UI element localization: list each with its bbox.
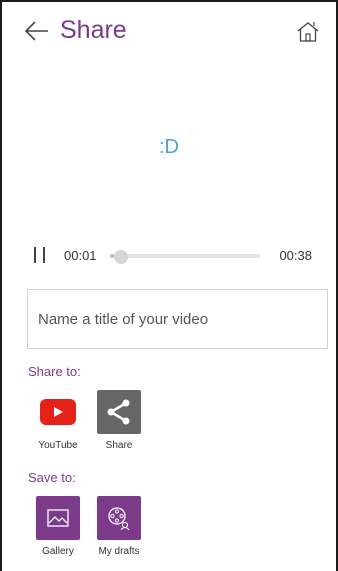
share-to-label: Share to:: [28, 364, 81, 379]
total-time: 00:38: [279, 248, 312, 263]
video-preview[interactable]: :D: [2, 60, 336, 230]
back-arrow-icon[interactable]: [24, 20, 50, 42]
playback-controls: 00:01 00:38: [26, 244, 314, 268]
drafts-label: My drafts: [98, 546, 140, 557]
youtube-icon: [40, 399, 76, 425]
gallery-label: Gallery: [42, 546, 74, 557]
share-label: Share: [105, 440, 133, 451]
app-header: Share: [0, 10, 338, 50]
youtube-label: YouTube: [38, 440, 78, 451]
slider-track: [110, 254, 260, 258]
pause-icon[interactable]: [34, 247, 46, 263]
save-to-label: Save to:: [28, 470, 76, 485]
save-drafts-button[interactable]: My drafts: [91, 496, 147, 557]
progress-slider[interactable]: [110, 250, 260, 264]
gallery-icon: [36, 496, 80, 540]
preview-text: :D: [159, 136, 179, 158]
page-title: Share: [60, 16, 127, 44]
share-youtube-button[interactable]: YouTube: [30, 390, 86, 451]
youtube-tile: [36, 390, 80, 434]
video-title-input[interactable]: [27, 289, 328, 349]
current-time: 00:01: [64, 248, 97, 263]
save-gallery-button[interactable]: Gallery: [30, 496, 86, 557]
home-icon[interactable]: [296, 20, 320, 44]
share-icon: [97, 390, 141, 434]
drafts-icon: [97, 496, 141, 540]
share-generic-button[interactable]: Share: [91, 390, 147, 451]
slider-thumb[interactable]: [113, 250, 128, 264]
